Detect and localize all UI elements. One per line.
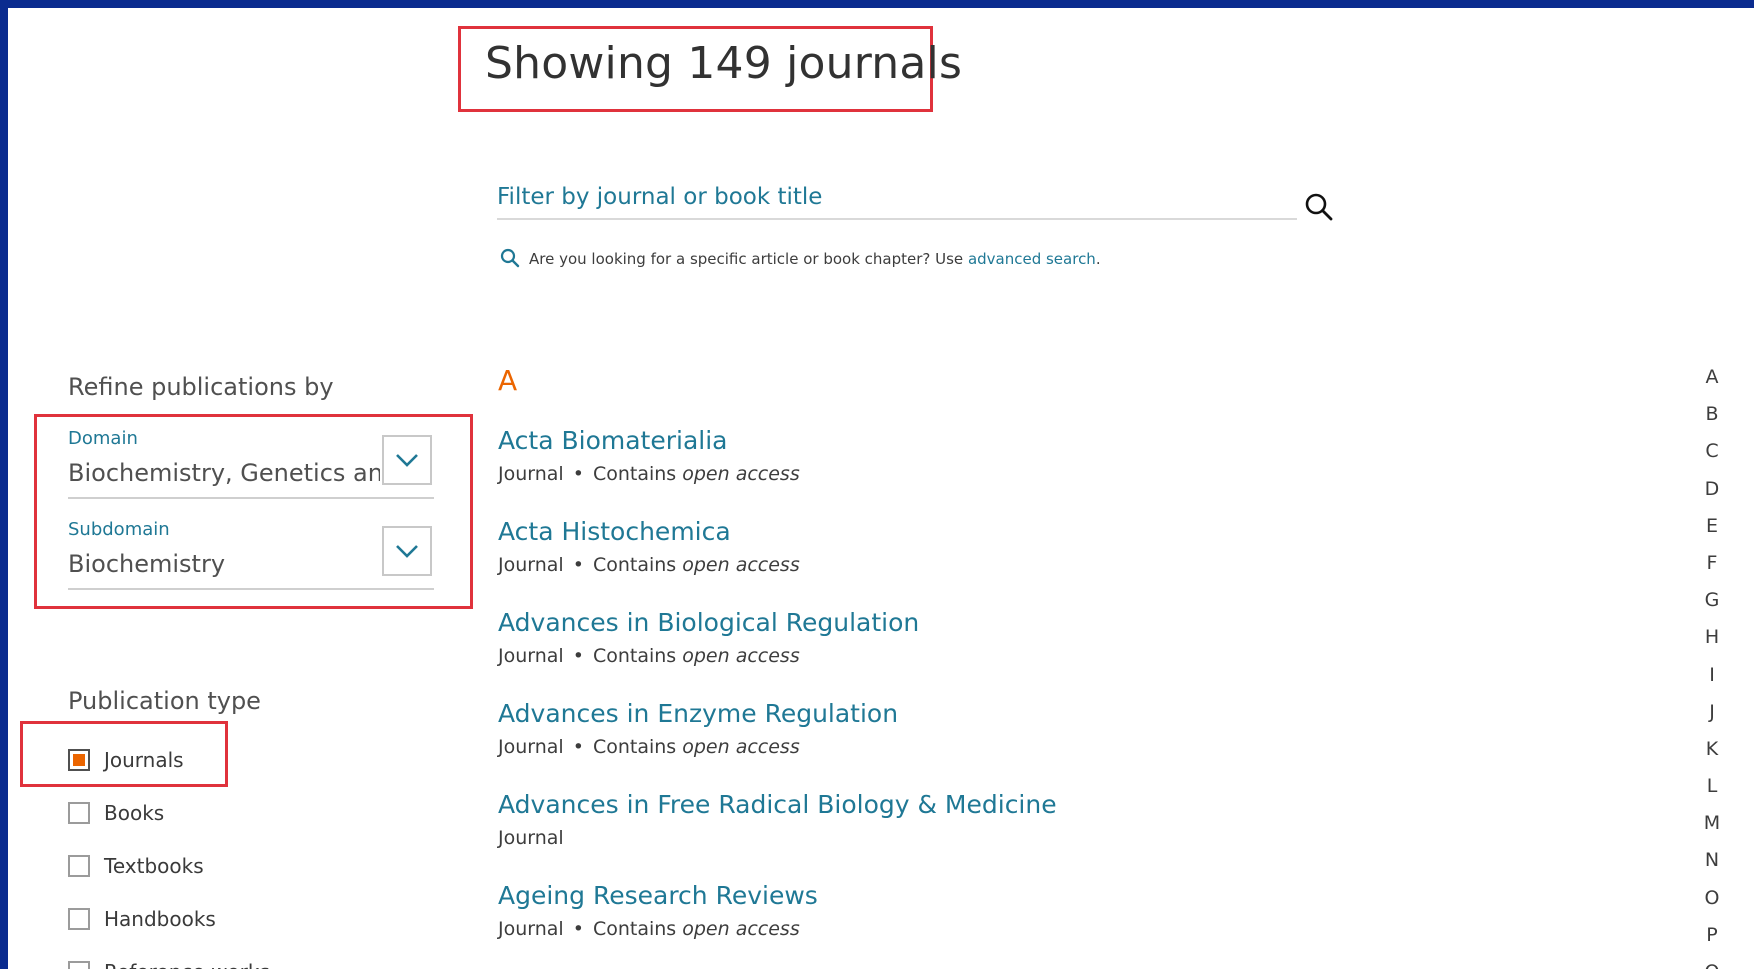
- journal-meta: Journal • Contains open access: [498, 645, 919, 667]
- filter-books[interactable]: Books: [68, 801, 164, 825]
- publication-type-title: Publication type: [68, 687, 261, 715]
- access-label: open access: [682, 645, 800, 667]
- journal-title-link[interactable]: Advances in Enzyme Regulation: [498, 699, 898, 728]
- textbooks-checkbox[interactable]: [68, 855, 90, 877]
- separator-dot: •: [572, 554, 584, 576]
- search-input[interactable]: [497, 176, 1297, 220]
- subdomain-label: Subdomain: [68, 519, 170, 540]
- access-prefix: Contains: [592, 554, 677, 576]
- journal-meta: Journal: [498, 827, 1057, 849]
- page-title: Showing 149 journals: [485, 38, 963, 89]
- search-icon[interactable]: [1304, 192, 1338, 226]
- alpha-link-n[interactable]: N: [1700, 849, 1724, 886]
- hint-suffix: .: [1095, 250, 1101, 268]
- journal-type: Journal: [498, 827, 564, 849]
- list-item: Advances in Free Radical Biology & Medic…: [498, 790, 1057, 849]
- journal-title-link[interactable]: Advances in Biological Regulation: [498, 608, 919, 637]
- journal-meta: Journal • Contains open access: [498, 736, 898, 758]
- alpha-link-o[interactable]: O: [1700, 887, 1724, 924]
- alpha-link-h[interactable]: H: [1700, 626, 1724, 663]
- journal-meta: Journal • Contains open access: [498, 554, 800, 576]
- alpha-link-g[interactable]: G: [1700, 589, 1724, 626]
- access-prefix: Contains: [592, 645, 677, 667]
- advanced-search-link[interactable]: advanced search: [968, 250, 1096, 268]
- chevron-down-icon: [396, 454, 418, 467]
- reference-works-checkbox[interactable]: [68, 961, 90, 969]
- textbooks-label: Textbooks: [104, 854, 204, 878]
- alpha-link-e[interactable]: E: [1700, 515, 1724, 552]
- chevron-down-icon: [396, 545, 418, 558]
- reference-works-label: Reference works: [104, 960, 270, 969]
- access-label: open access: [682, 463, 800, 485]
- alpha-link-k[interactable]: K: [1700, 738, 1724, 775]
- domain-select[interactable]: Biochemistry, Genetics and Molecular Bio…: [68, 459, 380, 487]
- journals-checkbox[interactable]: [68, 749, 90, 771]
- separator-dot: •: [572, 463, 584, 485]
- domain-label: Domain: [68, 428, 138, 449]
- alpha-link-l[interactable]: L: [1700, 775, 1724, 812]
- access-prefix: Contains: [592, 918, 677, 940]
- access-label: open access: [682, 918, 800, 940]
- alpha-link-i[interactable]: I: [1700, 664, 1724, 701]
- journal-type: Journal: [498, 463, 564, 485]
- letter-heading: A: [498, 364, 518, 397]
- journal-type: Journal: [498, 645, 564, 667]
- journal-type: Journal: [498, 554, 564, 576]
- alpha-link-p[interactable]: P: [1700, 924, 1724, 961]
- alpha-link-c[interactable]: C: [1700, 440, 1724, 477]
- alphabet-index: A B C D E F G H I J K L M N O P Q: [1700, 366, 1724, 969]
- subdomain-dropdown-button[interactable]: [382, 526, 432, 576]
- domain-dropdown-button[interactable]: [382, 435, 432, 485]
- separator-dot: •: [572, 736, 584, 758]
- list-item: Advances in Enzyme Regulation Journal • Co…: [498, 699, 898, 758]
- list-item: Acta Biomaterialia Journal • Contains open…: [498, 426, 800, 485]
- access-prefix: Contains: [592, 736, 677, 758]
- refine-title: Refine publications by: [68, 373, 334, 401]
- subdomain-underline: [68, 588, 434, 590]
- access-label: open access: [682, 554, 800, 576]
- books-checkbox[interactable]: [68, 802, 90, 824]
- alpha-link-f[interactable]: F: [1700, 552, 1724, 589]
- handbooks-label: Handbooks: [104, 907, 216, 931]
- domain-underline: [68, 497, 434, 499]
- handbooks-checkbox[interactable]: [68, 908, 90, 930]
- journal-title-link[interactable]: Acta Biomaterialia: [498, 426, 800, 455]
- journal-meta: Journal • Contains open access: [498, 918, 818, 940]
- page: Showing 149 journals Are you looking for…: [8, 8, 1754, 969]
- journal-type: Journal: [498, 736, 564, 758]
- filter-journals[interactable]: Journals: [68, 748, 184, 772]
- journal-title-link[interactable]: Ageing Research Reviews: [498, 881, 818, 910]
- filter-handbooks[interactable]: Handbooks: [68, 907, 216, 931]
- list-item: Acta Histochemica Journal • Contains open …: [498, 517, 800, 576]
- journal-type: Journal: [498, 918, 564, 940]
- alpha-link-d[interactable]: D: [1700, 478, 1724, 515]
- journal-title-link[interactable]: Acta Histochemica: [498, 517, 800, 546]
- hint-text: Are you looking for a specific article o…: [529, 250, 964, 268]
- list-item: Advances in Biological Regulation Journa…: [498, 608, 919, 667]
- separator-dot: •: [572, 645, 584, 667]
- journals-label: Journals: [104, 748, 184, 772]
- alpha-link-j[interactable]: J: [1700, 701, 1724, 738]
- alpha-link-m[interactable]: M: [1700, 812, 1724, 849]
- alpha-link-b[interactable]: B: [1700, 403, 1724, 440]
- advanced-search-hint: Are you looking for a specific article o…: [529, 250, 1101, 268]
- books-label: Books: [104, 801, 165, 825]
- journal-title-link[interactable]: Advances in Free Radical Biology & Medic…: [498, 790, 1057, 819]
- access-prefix: Contains: [592, 463, 677, 485]
- journal-meta: Journal • Contains open access: [498, 463, 800, 485]
- list-item: Ageing Research Reviews Journal • Contains…: [498, 881, 818, 940]
- separator-dot: •: [572, 918, 584, 940]
- subdomain-select[interactable]: Biochemistry: [68, 550, 380, 578]
- alpha-link-a[interactable]: A: [1700, 366, 1724, 403]
- access-label: open access: [682, 736, 800, 758]
- hint-search-icon: [500, 248, 520, 272]
- filter-reference-works[interactable]: Reference works: [68, 960, 270, 969]
- alpha-link-q[interactable]: Q: [1700, 961, 1724, 969]
- filter-textbooks[interactable]: Textbooks: [68, 854, 204, 878]
